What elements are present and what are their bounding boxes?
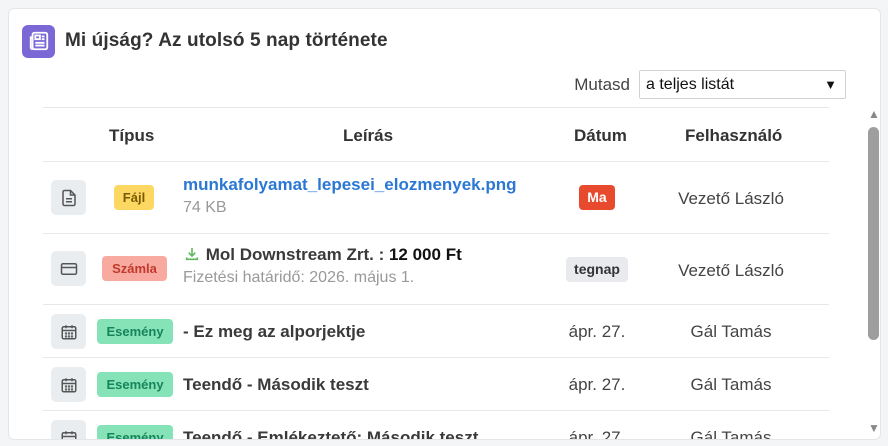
scroll-down-arrow-icon[interactable]: ▼ bbox=[868, 421, 880, 435]
row-description: Teendő - Második teszt bbox=[183, 375, 369, 395]
table-row[interactable]: Számla Mol Downstream Zrt. : 12 000 Ft F… bbox=[43, 233, 829, 304]
calendar-icon bbox=[51, 314, 86, 349]
column-header-user: Felhasználó bbox=[685, 126, 783, 145]
column-header-description: Leírás bbox=[343, 126, 394, 145]
row-description: munkafolyamat_lepesei_elozmenyek.png 74 … bbox=[183, 175, 517, 217]
table-header: Típus Leírás Dátum Felhasználó bbox=[43, 107, 829, 161]
table-row[interactable]: Fájl munkafolyamat_lepesei_elozmenyek.pn… bbox=[43, 161, 829, 233]
event-title: Teendő - Emlékeztető: Második teszt bbox=[183, 428, 479, 440]
type-badge: Számla bbox=[102, 256, 167, 281]
table-row[interactable]: Esemény - Ez meg az alporjektje ápr. 27.… bbox=[43, 304, 829, 357]
download-icon bbox=[183, 245, 206, 264]
file-size: 74 KB bbox=[183, 199, 227, 216]
document-icon bbox=[51, 180, 86, 215]
credit-card-icon bbox=[51, 251, 86, 286]
event-title: - Ez meg az alporjektje bbox=[183, 322, 366, 341]
event-title: Teendő - Második teszt bbox=[183, 375, 369, 394]
scroll-up-arrow-icon[interactable]: ▲ bbox=[868, 107, 880, 121]
show-select[interactable]: a teljes listát ▼ bbox=[639, 70, 846, 99]
scrollbar-thumb[interactable] bbox=[868, 127, 879, 340]
due-date: Fizetési határidő: 2026. május 1. bbox=[183, 269, 415, 286]
row-user: Gál Tamás bbox=[690, 428, 772, 440]
row-user: Vezető László bbox=[678, 189, 784, 208]
type-badge: Esemény bbox=[97, 425, 173, 439]
card-header: Mi újság? Az utolsó 5 nap története bbox=[22, 24, 388, 58]
row-user: Gál Tamás bbox=[690, 375, 772, 394]
row-description: - Ez meg az alporjektje bbox=[183, 322, 365, 342]
date-badge: Ma bbox=[579, 185, 615, 210]
calendar-icon bbox=[51, 367, 86, 402]
row-user: Gál Tamás bbox=[690, 322, 772, 341]
row-description: Teendő - Emlékeztető: Második teszt bbox=[183, 428, 479, 440]
row-user: Vezető László bbox=[678, 261, 784, 280]
history-card: Mi újság? Az utolsó 5 nap története Muta… bbox=[8, 8, 881, 440]
column-header-type: Típus bbox=[109, 126, 155, 145]
chevron-down-icon: ▼ bbox=[824, 77, 837, 92]
type-badge: Fájl bbox=[114, 185, 154, 210]
date-badge: tegnap bbox=[566, 257, 628, 282]
calendar-icon bbox=[51, 420, 86, 439]
row-description: Mol Downstream Zrt. : 12 000 Ft Fizetési… bbox=[183, 245, 462, 287]
show-select-value: a teljes listát bbox=[646, 75, 735, 93]
column-header-date: Dátum bbox=[574, 126, 627, 145]
file-link[interactable]: munkafolyamat_lepesei_elozmenyek.png bbox=[183, 175, 517, 195]
newspaper-icon bbox=[22, 24, 55, 58]
table-row[interactable]: Esemény Teendő - Második teszt ápr. 27. … bbox=[43, 357, 829, 410]
type-badge: Esemény bbox=[97, 319, 173, 344]
filter-label: Mutasd bbox=[574, 74, 630, 94]
invoice-partner: Mol Downstream Zrt. : bbox=[205, 245, 389, 264]
type-badge: Esemény bbox=[97, 372, 173, 397]
table-row[interactable]: Esemény Teendő - Emlékeztető: Második te… bbox=[43, 410, 829, 440]
filter-bar: Mutasd a teljes listát ▼ bbox=[574, 70, 846, 99]
invoice-amount: 12 000 Ft bbox=[388, 245, 462, 264]
vertical-scrollbar[interactable]: ▲ ▼ bbox=[867, 105, 880, 437]
page-title: Mi újság? Az utolsó 5 nap története bbox=[65, 30, 388, 51]
history-table: Típus Leírás Dátum Felhasználó Fájl munk… bbox=[43, 107, 829, 440]
